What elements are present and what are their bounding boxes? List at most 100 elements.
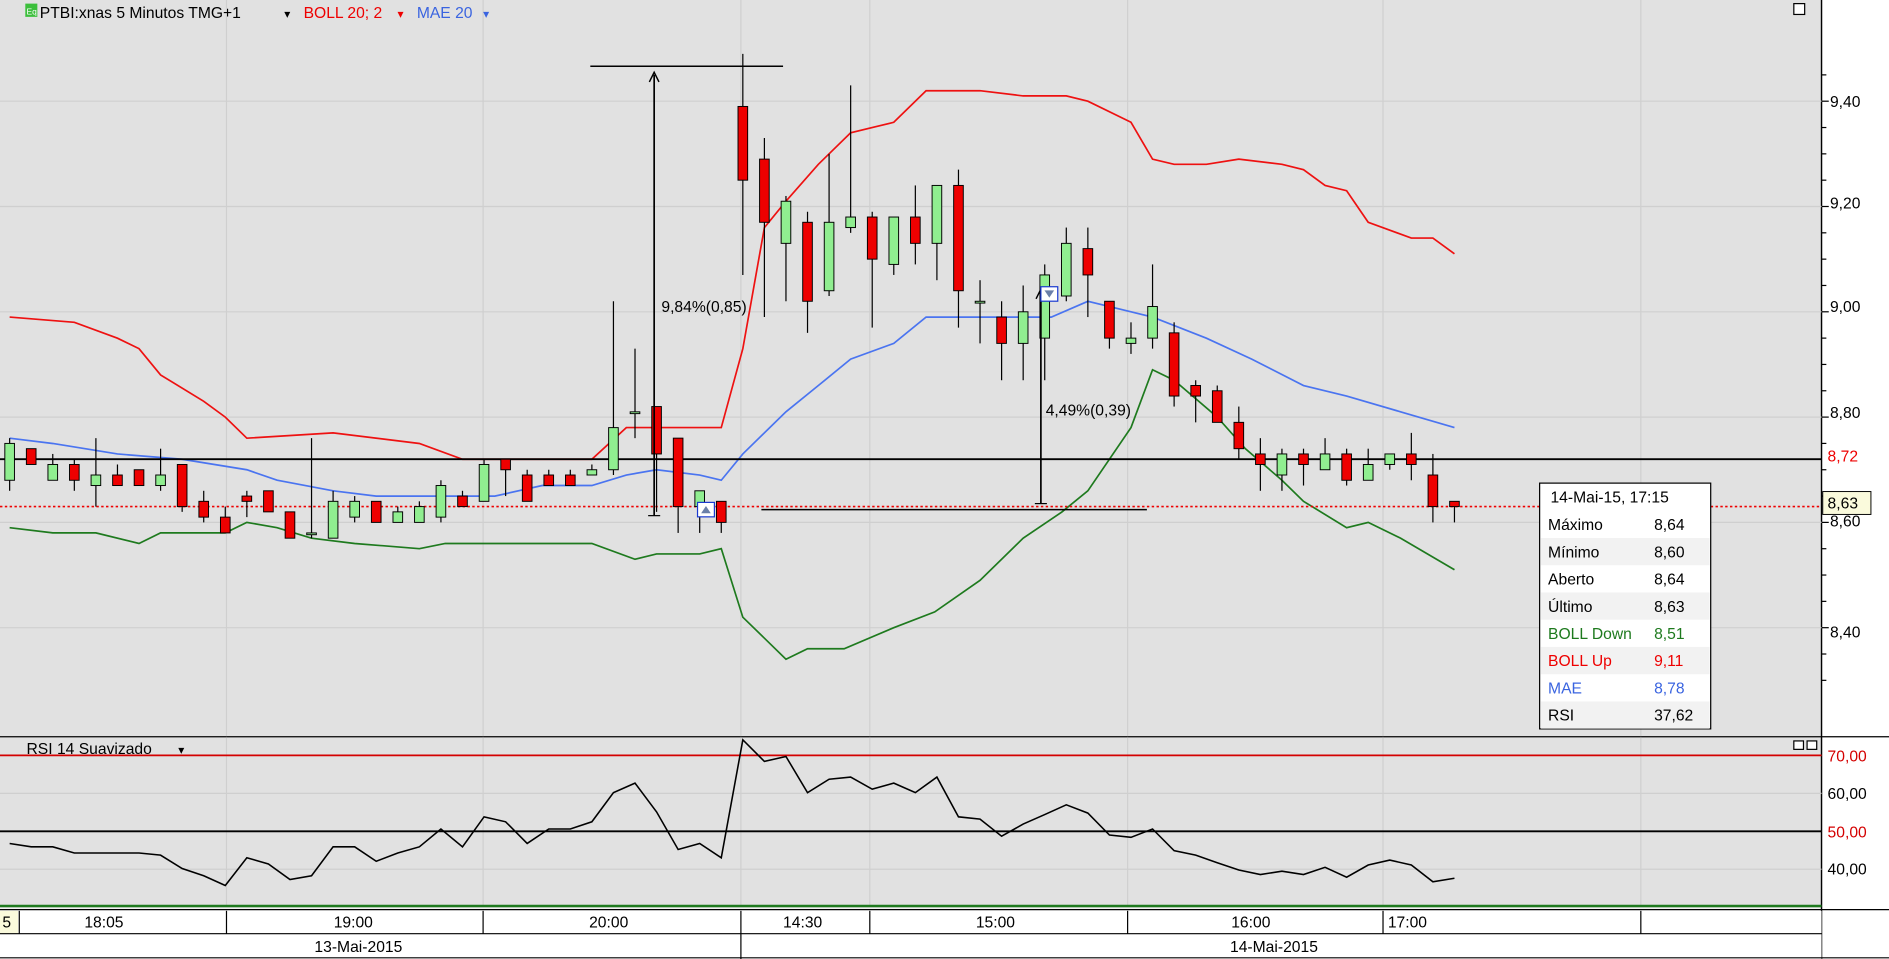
data-tooltip: 14-Mai-15, 17:15 Máximo 8,64 Mínimo 8,60 Abe… — [1539, 482, 1712, 730]
candle-body-up — [1147, 306, 1158, 339]
candle-body-down — [176, 463, 188, 508]
candle[interactable] — [133, 469, 145, 487]
candle-body-down — [1298, 453, 1309, 465]
candle-body-down — [1082, 248, 1094, 276]
candle-body-down — [457, 495, 468, 508]
candle-body-down — [1255, 453, 1266, 465]
candle-body-down — [1104, 300, 1115, 339]
candle-body-down — [715, 500, 727, 523]
time-label-first: 5 — [2, 915, 11, 932]
symbol-dropdown-icon[interactable]: ▾ — [284, 7, 290, 21]
maximize-rsi-button[interactable] — [1806, 740, 1818, 750]
candle-body-down — [1233, 421, 1245, 450]
candle[interactable] — [263, 490, 274, 513]
candle-body-down — [284, 511, 296, 539]
tooltip-row-value: 8,63 — [1654, 599, 1685, 616]
candle[interactable] — [1211, 385, 1223, 423]
candle-body-down — [112, 474, 123, 487]
candle-body-down — [198, 500, 210, 518]
candle-body-up — [155, 474, 166, 487]
sell-marker[interactable] — [1040, 286, 1059, 302]
candle-body-up — [931, 184, 943, 244]
candle-body-up — [478, 463, 490, 502]
maximize-panel-button[interactable] — [1793, 3, 1806, 16]
candle-body-down — [69, 463, 80, 481]
time-label: 16:00 — [1231, 915, 1270, 932]
boll-indicator-label[interactable]: BOLL 20; 2 — [304, 5, 383, 22]
candle-body-up — [392, 511, 404, 523]
svg-text:8,40: 8,40 — [1830, 624, 1861, 641]
candle-body-up — [349, 500, 360, 518]
candle-body-up — [327, 500, 339, 539]
candle-body-down — [953, 184, 964, 292]
candle-body-down — [672, 437, 684, 508]
candle-body-down — [263, 490, 274, 513]
last-price-label: 8,63 — [1828, 495, 1859, 512]
time-axis[interactable]: 5 18:05 19:00 20:00 14:30 15:00 16:00 17… — [0, 910, 1889, 959]
rsi-panel[interactable] — [0, 737, 1822, 909]
candle-body-up — [4, 442, 15, 481]
candle-body-down — [737, 105, 749, 181]
time-label: 17:00 — [1388, 915, 1427, 932]
candle-body-down — [1190, 385, 1201, 397]
candle[interactable] — [176, 463, 188, 512]
candle-body-up — [1384, 453, 1396, 465]
candle-body-up — [435, 485, 447, 518]
candle[interactable] — [435, 480, 447, 523]
buy-marker[interactable] — [696, 501, 716, 518]
rsi-40-label: 40,00 — [1828, 862, 1867, 879]
date-label: 14-Mai-2015 — [1230, 939, 1318, 956]
candle-body-up — [823, 221, 835, 292]
price-axis[interactable] — [1821, 0, 1889, 959]
trading-chart[interactable]: Eq PTBI:xnas 5 Minutos TMG+1 ▾ BOLL 20; … — [0, 0, 1889, 959]
candle-body-down — [996, 316, 1007, 344]
candle-body-down — [241, 495, 253, 502]
symbol-title[interactable]: PTBI:xnas 5 Minutos TMG+1 — [40, 5, 241, 22]
candle-body-down — [1449, 500, 1460, 508]
equity-badge-label: Eq — [27, 6, 38, 16]
rsi-60-label: 60,00 — [1828, 786, 1867, 803]
candle-body-down — [500, 458, 511, 471]
tooltip-row-value: 9,11 — [1654, 653, 1683, 670]
tooltip-row-value: 8,64 — [1654, 572, 1685, 589]
candle-body-down — [1406, 453, 1417, 465]
rsi-70-label: 70,00 — [1828, 748, 1867, 765]
candle[interactable] — [370, 500, 382, 523]
candle-body-up — [608, 427, 619, 471]
time-label: 14:30 — [783, 915, 822, 932]
candle-body-down — [1211, 390, 1223, 423]
candle-body-up — [414, 506, 425, 523]
tooltip-row-label: Aberto — [1548, 572, 1594, 589]
candle-body-down — [565, 474, 576, 487]
candle-body-up — [306, 532, 317, 536]
candle-body-down — [219, 516, 231, 534]
candle[interactable] — [478, 459, 490, 502]
tooltip-row-value: 8,64 — [1654, 517, 1685, 534]
mae-indicator-label[interactable]: MAE 20 — [417, 5, 473, 22]
tooltip-row-label: Máximo — [1548, 517, 1603, 534]
candle[interactable] — [1341, 448, 1352, 486]
time-label: 20:00 — [589, 915, 628, 932]
candle-body-up — [780, 200, 792, 244]
candle-body-down — [521, 474, 533, 502]
candle[interactable] — [284, 511, 296, 539]
boll-dropdown-icon[interactable]: ▾ — [398, 7, 404, 21]
candle[interactable] — [1168, 322, 1180, 407]
mae-dropdown-icon[interactable]: ▾ — [483, 7, 489, 21]
tooltip-row-label: MAE — [1548, 680, 1582, 697]
candle-body-up — [1017, 311, 1029, 344]
hline-price-label: 8,72 — [1828, 448, 1858, 465]
candle[interactable] — [25, 448, 37, 465]
candle-body-up — [586, 469, 598, 476]
candle-body-down — [651, 406, 662, 455]
minimize-rsi-button[interactable] — [1793, 740, 1805, 750]
candle-body-up — [845, 216, 856, 229]
tooltip-row-value: 8,51 — [1654, 626, 1684, 643]
time-label: 18:05 — [84, 915, 123, 932]
candle-body-down — [910, 216, 921, 244]
time-label: 19:00 — [334, 915, 373, 932]
candle-body-down — [543, 474, 555, 487]
tooltip-row-label: Mínimo — [1548, 544, 1600, 561]
svg-text:9,20: 9,20 — [1830, 195, 1861, 212]
svg-text:8,60: 8,60 — [1830, 513, 1861, 530]
